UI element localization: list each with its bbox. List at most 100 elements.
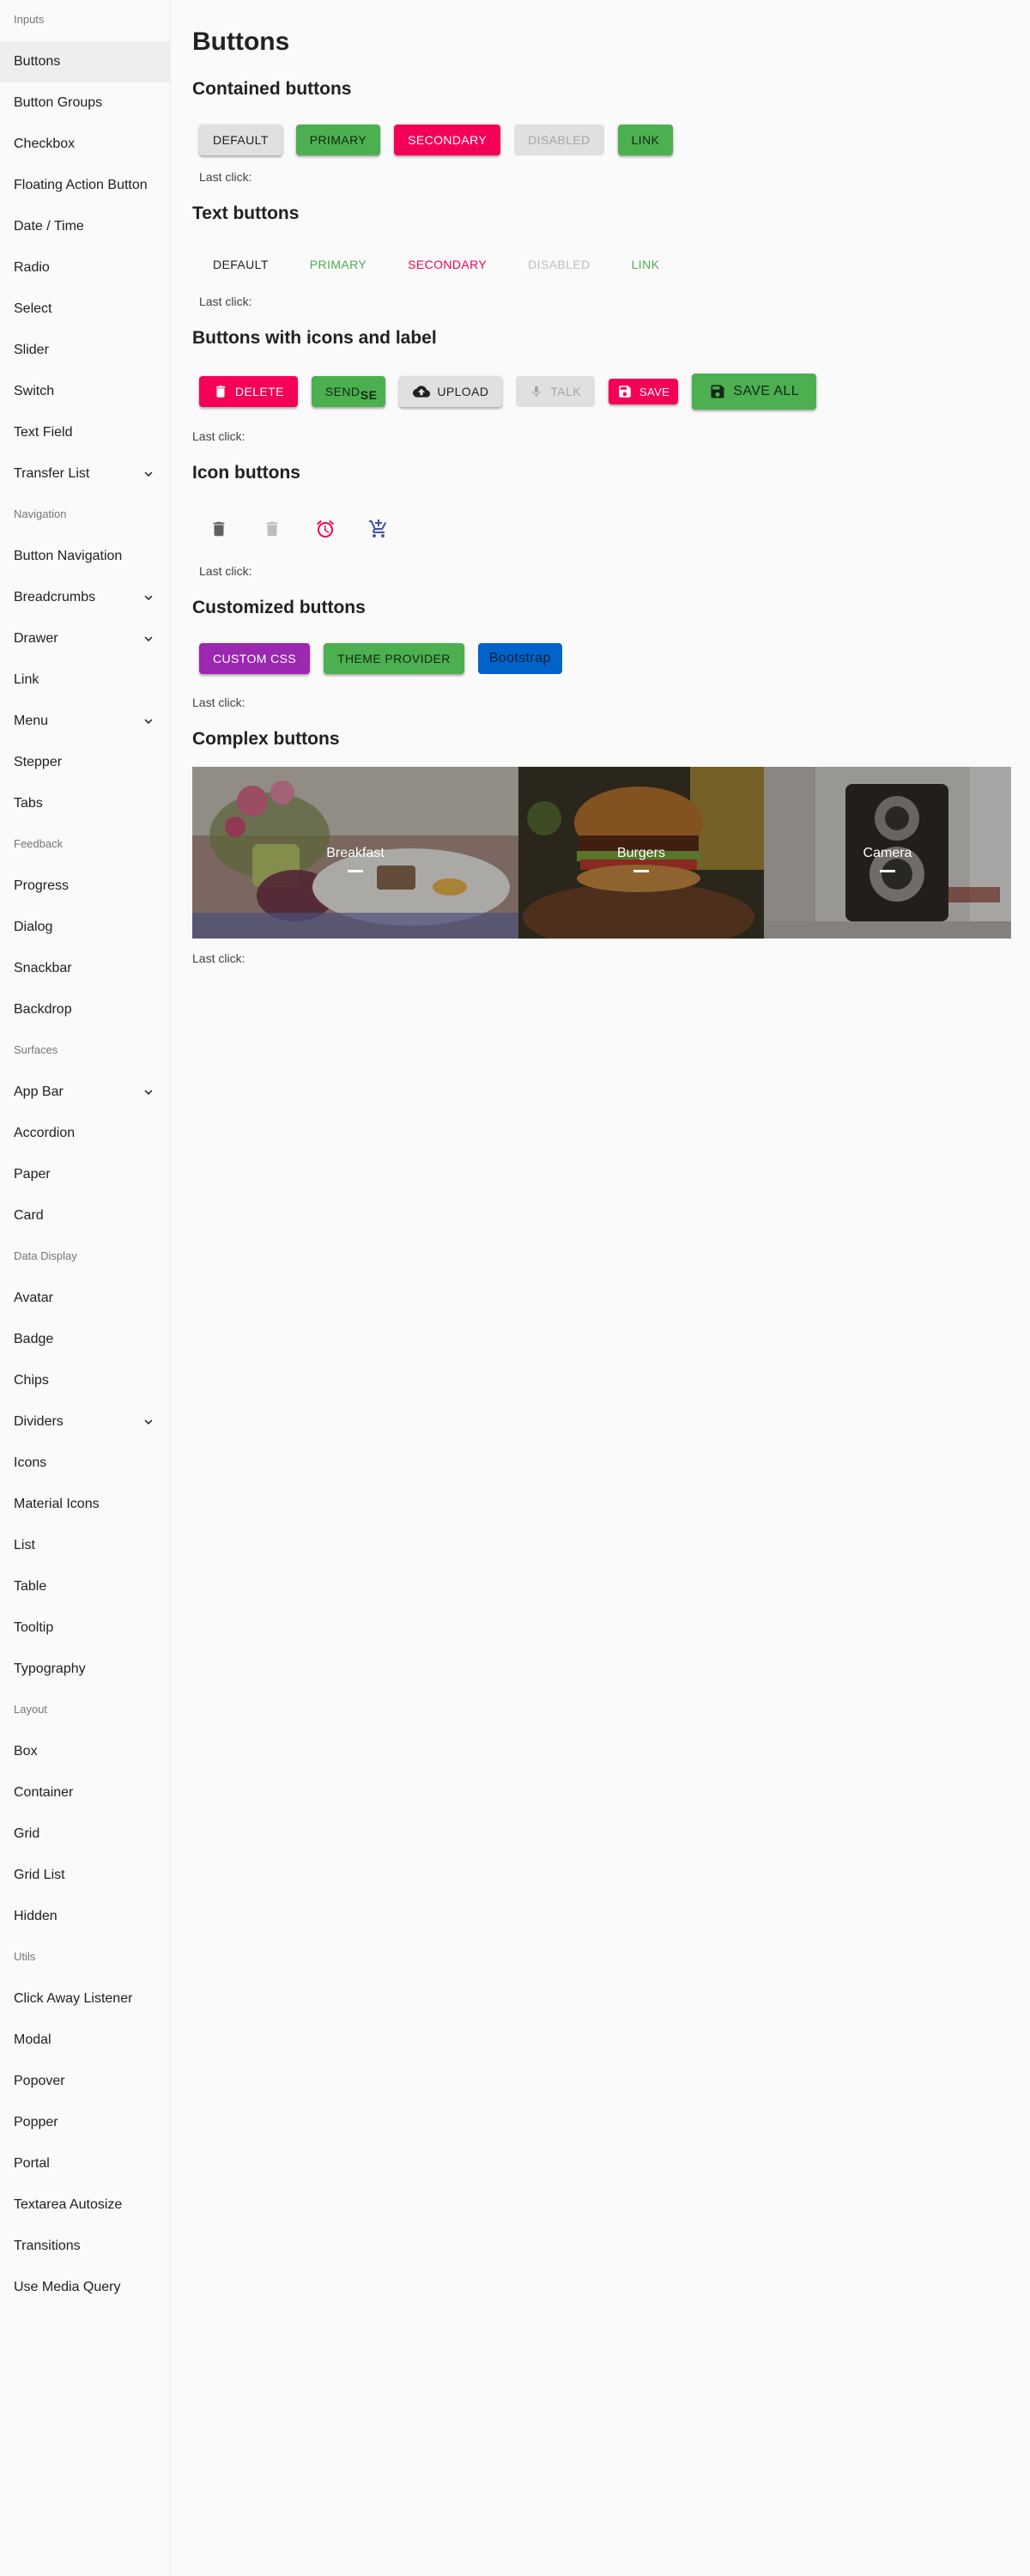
sidebar-item-label: Breadcrumbs — [14, 590, 96, 605]
sidebar-item-chips[interactable]: Chips — [0, 1360, 170, 1401]
sidebar-item-breadcrumbs[interactable]: Breadcrumbs — [0, 577, 170, 618]
sidebar-group-header: Data Display — [14, 1249, 77, 1262]
text-default-button[interactable]: Default — [199, 249, 282, 280]
sidebar-item-switch[interactable]: Switch — [0, 371, 170, 412]
sidebar-item-transfer-list[interactable]: Transfer List — [0, 453, 170, 495]
sidebar-item-typography[interactable]: Typography — [0, 1649, 170, 1690]
sidebar-item-progress[interactable]: Progress — [0, 866, 170, 907]
complex-button-breakfast[interactable]: Breakfast — [192, 767, 518, 939]
sidebar-item-radio[interactable]: Radio — [0, 247, 170, 289]
sidebar: Inputs Buttons Button Groups Checkbox Fl… — [0, 0, 171, 2576]
sidebar-item-paper[interactable]: Paper — [0, 1154, 170, 1195]
sidebar-item-grid[interactable]: Grid — [0, 1814, 170, 1855]
sidebar-item-dividers[interactable]: Dividers — [0, 1401, 170, 1443]
sidebar-item-transitions[interactable]: Transitions — [0, 2226, 170, 2267]
sidebar-item-accordion[interactable]: Accordion — [0, 1113, 170, 1154]
sidebar-item-menu[interactable]: Menu — [0, 701, 170, 742]
send-button[interactable]: Send SE — [311, 376, 386, 407]
sidebar-item-label: Typography — [14, 1662, 86, 1676]
sidebar-item-dialog[interactable]: Dialog — [0, 907, 170, 948]
theme-provider-button[interactable]: Theme Provider — [324, 643, 464, 674]
sidebar-item-stepper[interactable]: Stepper — [0, 742, 170, 783]
sidebar-item-button-groups[interactable]: Button Groups — [0, 82, 170, 124]
sidebar-item-checkbox[interactable]: Checkbox — [0, 124, 170, 165]
sidebar-item-label: App Bar — [14, 1084, 64, 1099]
sidebar-item-click-away-listener[interactable]: Click Away Listener — [0, 1978, 170, 2020]
sidebar-item-label: Text Field — [14, 425, 73, 440]
sidebar-item-floating-action-button[interactable]: Floating Action Button — [0, 165, 170, 206]
sidebar-item-label: Select — [14, 301, 52, 316]
sidebar-group-feedback: Feedback Progress Dialog Snackbar Backdr… — [0, 824, 170, 1030]
sidebar-item-date-time[interactable]: Date / Time — [0, 206, 170, 247]
image-marked — [633, 870, 649, 872]
sidebar-item-label: Tabs — [14, 796, 43, 811]
text-primary-button[interactable]: Primary — [296, 249, 380, 280]
sidebar-item-link[interactable]: Link — [0, 659, 170, 701]
sidebar-item-material-icons[interactable]: Material Icons — [0, 1484, 170, 1525]
sidebar-item-tooltip[interactable]: Tooltip — [0, 1607, 170, 1649]
chevron-down-icon — [144, 1419, 153, 1425]
link-button[interactable]: Link — [617, 125, 674, 155]
chevron-down-icon — [144, 1090, 153, 1095]
delete-icon — [213, 521, 225, 537]
text-link-button[interactable]: Link — [618, 249, 674, 280]
add-shopping-cart-icon-button[interactable] — [358, 508, 399, 550]
primary-button[interactable]: Primary — [295, 125, 381, 155]
sidebar-item-label: Modal — [14, 2032, 52, 2047]
sidebar-item-box[interactable]: Box — [0, 1731, 170, 1772]
sidebar-item-icons[interactable]: Icons — [0, 1443, 170, 1484]
sidebar-item-snackbar[interactable]: Snackbar — [0, 948, 170, 989]
sidebar-item-label: Date / Time — [14, 219, 84, 234]
sidebar-item-label: Popover — [14, 2074, 65, 2088]
sidebar-item-label: Floating Action Button — [14, 178, 148, 192]
bootstrap-button[interactable]: Bootstrap — [477, 643, 562, 674]
sidebar-item-modal[interactable]: Modal — [0, 2020, 170, 2061]
sidebar-item-label: Dividers — [14, 1414, 64, 1429]
page-title: Buttons — [192, 27, 290, 56]
sidebar-item-use-media-query[interactable]: Use Media Query — [0, 2267, 170, 2308]
sidebar-item-avatar[interactable]: Avatar — [0, 1278, 170, 1319]
sidebar-item-button-navigation[interactable]: Button Navigation — [0, 536, 170, 577]
sidebar-item-tabs[interactable]: Tabs — [0, 783, 170, 824]
save-icon — [711, 385, 724, 398]
sidebar-item-label: Accordion — [14, 1126, 76, 1140]
sidebar-item-backdrop[interactable]: Backdrop — [0, 989, 170, 1030]
default-button[interactable]: Default — [199, 125, 282, 155]
sidebar-item-popper[interactable]: Popper — [0, 2102, 170, 2143]
save-button[interactable]: Save — [608, 379, 679, 404]
sidebar-item-slider[interactable]: Slider — [0, 330, 170, 371]
upload-button[interactable]: Upload — [399, 376, 503, 407]
sidebar-item-table[interactable]: Table — [0, 1566, 170, 1607]
complex-button-label: Camera — [863, 846, 912, 860]
sidebar-item-textarea-autosize[interactable]: Textarea Autosize — [0, 2184, 170, 2226]
complex-button-camera[interactable]: Camera — [764, 767, 1011, 939]
customized-buttons-row: Custom CSS Theme Provider Bootstrap — [192, 643, 569, 674]
complex-button-burgers[interactable]: Burgers — [518, 767, 764, 939]
sidebar-item-hidden[interactable]: Hidden — [0, 1896, 170, 1937]
delete-icon-button[interactable] — [198, 508, 239, 550]
secondary-button[interactable]: Secondary — [394, 125, 501, 155]
sidebar-item-text-field[interactable]: Text Field — [0, 412, 170, 453]
sidebar-item-buttons[interactable]: Buttons — [0, 41, 170, 82]
sidebar-item-popover[interactable]: Popover — [0, 2061, 170, 2102]
sidebar-item-portal[interactable]: Portal — [0, 2143, 170, 2184]
last-click-contained: Last click: — [199, 170, 252, 184]
sidebar-item-grid-list[interactable]: Grid List — [0, 1855, 170, 1896]
contained-buttons-row: Default Primary Secondary Disabled Link — [192, 125, 680, 155]
sidebar-item-select[interactable]: Select — [0, 289, 170, 330]
sidebar-item-badge[interactable]: Badge — [0, 1319, 170, 1360]
sidebar-item-label: Switch — [14, 384, 55, 398]
sidebar-item-app-bar[interactable]: App Bar — [0, 1072, 170, 1113]
sidebar-item-container[interactable]: Container — [0, 1772, 170, 1814]
delete-button[interactable]: Delete — [199, 376, 298, 407]
sidebar-item-drawer[interactable]: Drawer — [0, 618, 170, 659]
text-disabled-button: Disabled — [514, 249, 603, 280]
section-title-icon-buttons: Icon buttons — [192, 463, 300, 483]
last-click-text: Last click: — [199, 295, 252, 308]
text-secondary-button[interactable]: Secondary — [394, 249, 500, 280]
sidebar-item-list[interactable]: List — [0, 1525, 170, 1566]
sidebar-item-card[interactable]: Card — [0, 1195, 170, 1236]
custom-css-button[interactable]: Custom CSS — [199, 643, 311, 674]
alarm-icon-button[interactable] — [305, 508, 346, 550]
save-all-button[interactable]: Save all — [692, 374, 816, 410]
